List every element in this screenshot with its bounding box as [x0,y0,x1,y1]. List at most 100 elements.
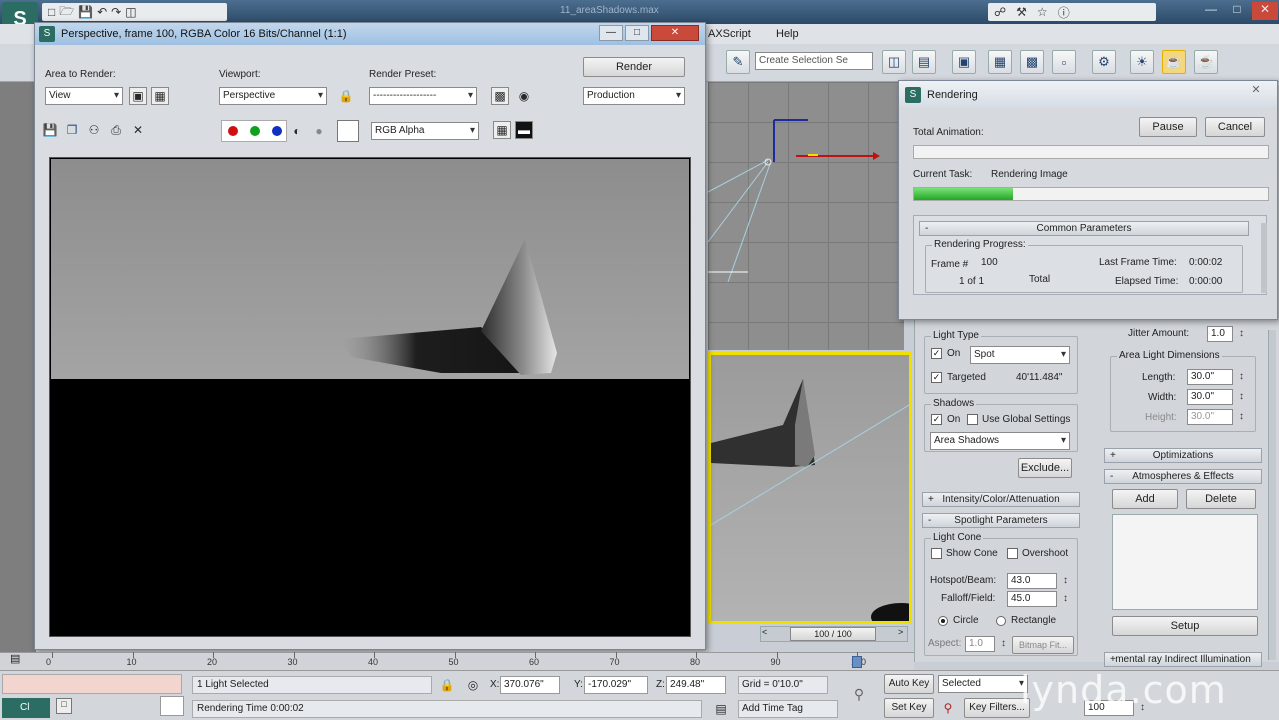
aspect-spinner[interactable]: 1.0 [965,636,1006,652]
use-global-checkbox[interactable] [967,414,978,425]
undo-icon[interactable]: ↶ [97,5,107,19]
x-coordinate[interactable]: 370.076" [500,676,560,694]
time-tag-icon[interactable]: ▤ [712,700,730,718]
key-mode-icon[interactable]: ⚲ [846,684,872,704]
render-production-icon[interactable]: ☕ [1162,50,1186,74]
copy-image-icon[interactable]: ❐ [63,121,81,139]
rollout-mental-ray[interactable]: + mental ray Indirect Illumination [1104,652,1262,667]
listener-input[interactable] [160,696,184,716]
add-button[interactable]: Add [1112,489,1178,509]
falloff-spinner[interactable]: 45.0 [1007,591,1068,607]
rollout-optimizations[interactable]: + Optimizations [1104,448,1262,463]
jitter-spinner[interactable]: 1.0 [1207,326,1244,342]
monochrome-icon[interactable]: ● [312,123,326,139]
shadows-on-checkbox[interactable]: ✓ [931,414,942,425]
minimize-icon[interactable]: — [1200,2,1222,20]
maximize-icon[interactable]: □ [1226,2,1248,20]
viewport-dropdown[interactable]: Perspective [219,87,327,105]
area-to-render-dropdown[interactable]: View [45,87,123,105]
red-channel-icon[interactable] [228,126,238,136]
edit-region-icon[interactable]: ▣ [129,87,147,105]
shadow-type-dropdown[interactable]: Area Shadows [930,432,1070,450]
maxscript-listener[interactable] [2,674,182,694]
set-key-button[interactable]: Set Key [884,698,934,718]
render-button[interactable]: Render [583,57,685,77]
time-prev-icon[interactable]: < [762,627,767,637]
new-icon[interactable]: □ [48,5,55,19]
print-icon[interactable]: ⎙ [107,121,125,139]
effects-list[interactable] [1112,514,1258,610]
setup-button[interactable]: Setup [1112,616,1258,636]
frame-window-close-icon[interactable]: ✕ [651,25,699,41]
auto-key-button[interactable]: Auto Key [884,674,934,694]
hotspot-spinner[interactable]: 43.0 [1007,573,1068,589]
light-on-checkbox[interactable]: ✓ [931,348,942,359]
rendered-frame-icon[interactable]: ☀ [1130,50,1154,74]
menu-help[interactable]: Help [776,28,799,40]
add-time-tag[interactable]: Add Time Tag [738,700,838,718]
schematic-view-icon[interactable]: ▩ [1020,50,1044,74]
toggle-ui-icon[interactable]: ▦ [493,121,511,139]
rollout-common-parameters[interactable]: - Common Parameters [919,221,1249,236]
display-channel-dropdown[interactable]: RGB Alpha [371,122,479,140]
toggle-overlay-icon[interactable]: ▬ [515,121,533,139]
curve-editor-icon[interactable]: ▦ [988,50,1012,74]
pencil-icon[interactable]: ✎ [726,50,750,74]
blue-channel-icon[interactable] [272,126,282,136]
layer-manager-icon[interactable]: ▣ [952,50,976,74]
render-iterative-icon[interactable]: ☕ [1194,50,1218,74]
show-cone-checkbox[interactable] [931,548,942,559]
targeted-checkbox[interactable]: ✓ [931,372,942,383]
clone-frame-icon[interactable]: ⚇ [85,121,103,139]
green-channel-icon[interactable] [250,126,260,136]
mirror-icon[interactable]: ◫ [882,50,906,74]
selected-dropdown[interactable]: Selected [938,675,1028,693]
panel-scrollbar[interactable] [1268,330,1276,660]
align-icon[interactable]: ▤ [912,50,936,74]
selection-set-dropdown[interactable]: Create Selection Se [755,52,873,70]
auto-region-icon[interactable]: ▦ [151,87,169,105]
time-slider-thumb[interactable]: 100 / 100 [790,627,876,641]
rectangle-radio[interactable] [996,616,1006,626]
length-spinner[interactable]: 30.0" [1187,369,1244,385]
redo-icon[interactable]: ↷ [111,5,121,19]
color-swatch[interactable] [337,120,359,142]
width-spinner[interactable]: 30.0" [1187,389,1244,405]
z-coordinate[interactable]: 249.48" [666,676,726,694]
lock-icon[interactable]: 🔒 [337,87,355,105]
exclude-button[interactable]: Exclude... [1018,458,1072,478]
selection-lock-icon[interactable]: 🔒 [438,676,456,694]
material-editor-icon[interactable]: ▫ [1052,50,1076,74]
render-setup-icon[interactable]: ⚙ [1092,50,1116,74]
render-preset-dropdown[interactable]: ------------------- [369,87,477,105]
height-spinner[interactable]: 30.0" [1187,409,1244,425]
y-coordinate[interactable]: -170.029" [584,676,648,694]
light-type-dropdown[interactable]: Spot [970,346,1070,364]
frame-window-minimize-icon[interactable]: — [599,25,623,41]
rollout-spotlight[interactable]: - Spotlight Parameters [922,513,1080,528]
circle-radio[interactable] [938,616,948,626]
delete-button[interactable]: Delete [1186,489,1256,509]
rollout-atmospheres[interactable]: - Atmospheres & Effects [1104,469,1262,484]
bitmap-fit-button[interactable]: Bitmap Fit... [1012,636,1074,654]
rendering-dialog-scrollbar[interactable] [1261,223,1267,293]
save-icon[interactable]: 💾 [78,5,93,19]
track-bar-menu-icon[interactable]: ▤ [10,652,20,665]
cancel-render-button[interactable]: Cancel [1205,117,1265,137]
tools-icon[interactable]: ⚒ [1016,5,1027,19]
star-icon[interactable]: ☆ [1037,5,1048,19]
set-key-icon[interactable]: ⚲ [938,698,958,718]
open-icon[interactable]: 🗁 [59,2,74,23]
absolute-mode-icon[interactable]: ◎ [464,676,482,694]
production-dropdown[interactable]: Production [583,87,685,105]
rollout-intensity[interactable]: + Intensity/Color/Attenuation [922,492,1080,507]
alpha-channel-icon[interactable]: ◐ [290,123,304,139]
frame-window-maximize-icon[interactable]: □ [625,25,649,41]
binoculars-icon[interactable]: ☍ [994,5,1006,19]
overshoot-checkbox[interactable] [1007,548,1018,559]
listener-label[interactable]: Cl [2,698,50,718]
close-icon[interactable]: ✕ [1252,2,1278,20]
project-icon[interactable]: ◫ [125,5,136,19]
help-icon[interactable]: ⓘ [1058,4,1070,21]
pause-button[interactable]: Pause [1139,117,1197,137]
